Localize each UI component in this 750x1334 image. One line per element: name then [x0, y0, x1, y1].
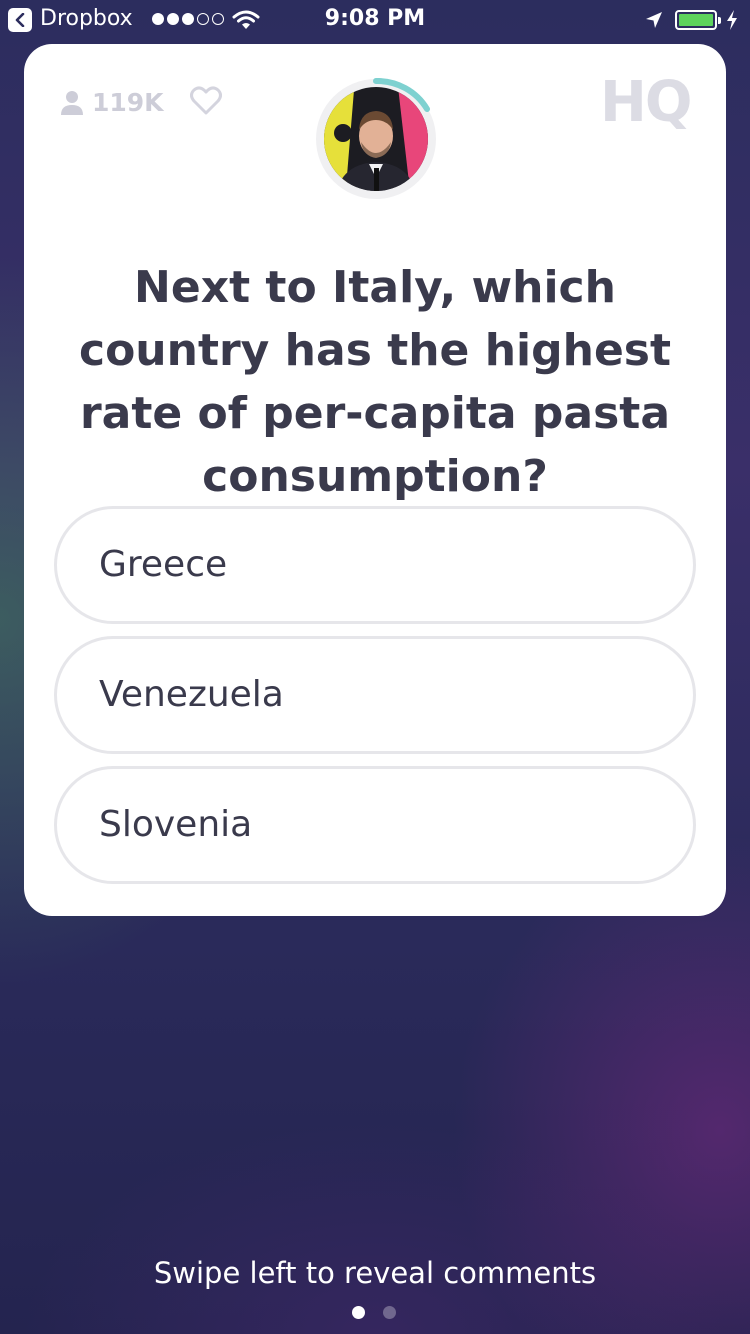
charging-bolt-icon [727, 10, 737, 30]
answer-option-1[interactable]: Greece [54, 506, 696, 624]
battery-icon [675, 10, 721, 30]
question-card: 119K HQ Next to Italy, which country has… [24, 44, 726, 916]
page-dot-2[interactable] [383, 1306, 396, 1319]
answer-option-2[interactable]: Venezuela [54, 636, 696, 754]
answer-label: Slovenia [99, 804, 253, 845]
question-text: Next to Italy, which country has the hig… [78, 262, 672, 502]
answer-label: Greece [99, 544, 228, 585]
hq-logo: HQ [600, 70, 692, 135]
viewer-count-label: 119K [92, 88, 164, 117]
swipe-hint: Swipe left to reveal comments [153, 1256, 597, 1290]
location-arrow-icon [646, 12, 662, 28]
clock: 9:08 PM [324, 6, 426, 31]
status-bar: Dropbox 9:08 PM [0, 0, 750, 40]
heart-icon[interactable] [190, 86, 222, 116]
person-icon [61, 90, 83, 115]
page-indicator[interactable] [352, 1306, 396, 1319]
host-avatar [315, 77, 437, 200]
viewer-count: 119K [60, 88, 164, 117]
page-dot-1[interactable] [352, 1306, 365, 1319]
answer-label: Venezuela [99, 674, 284, 715]
answer-option-3[interactable]: Slovenia [54, 766, 696, 884]
